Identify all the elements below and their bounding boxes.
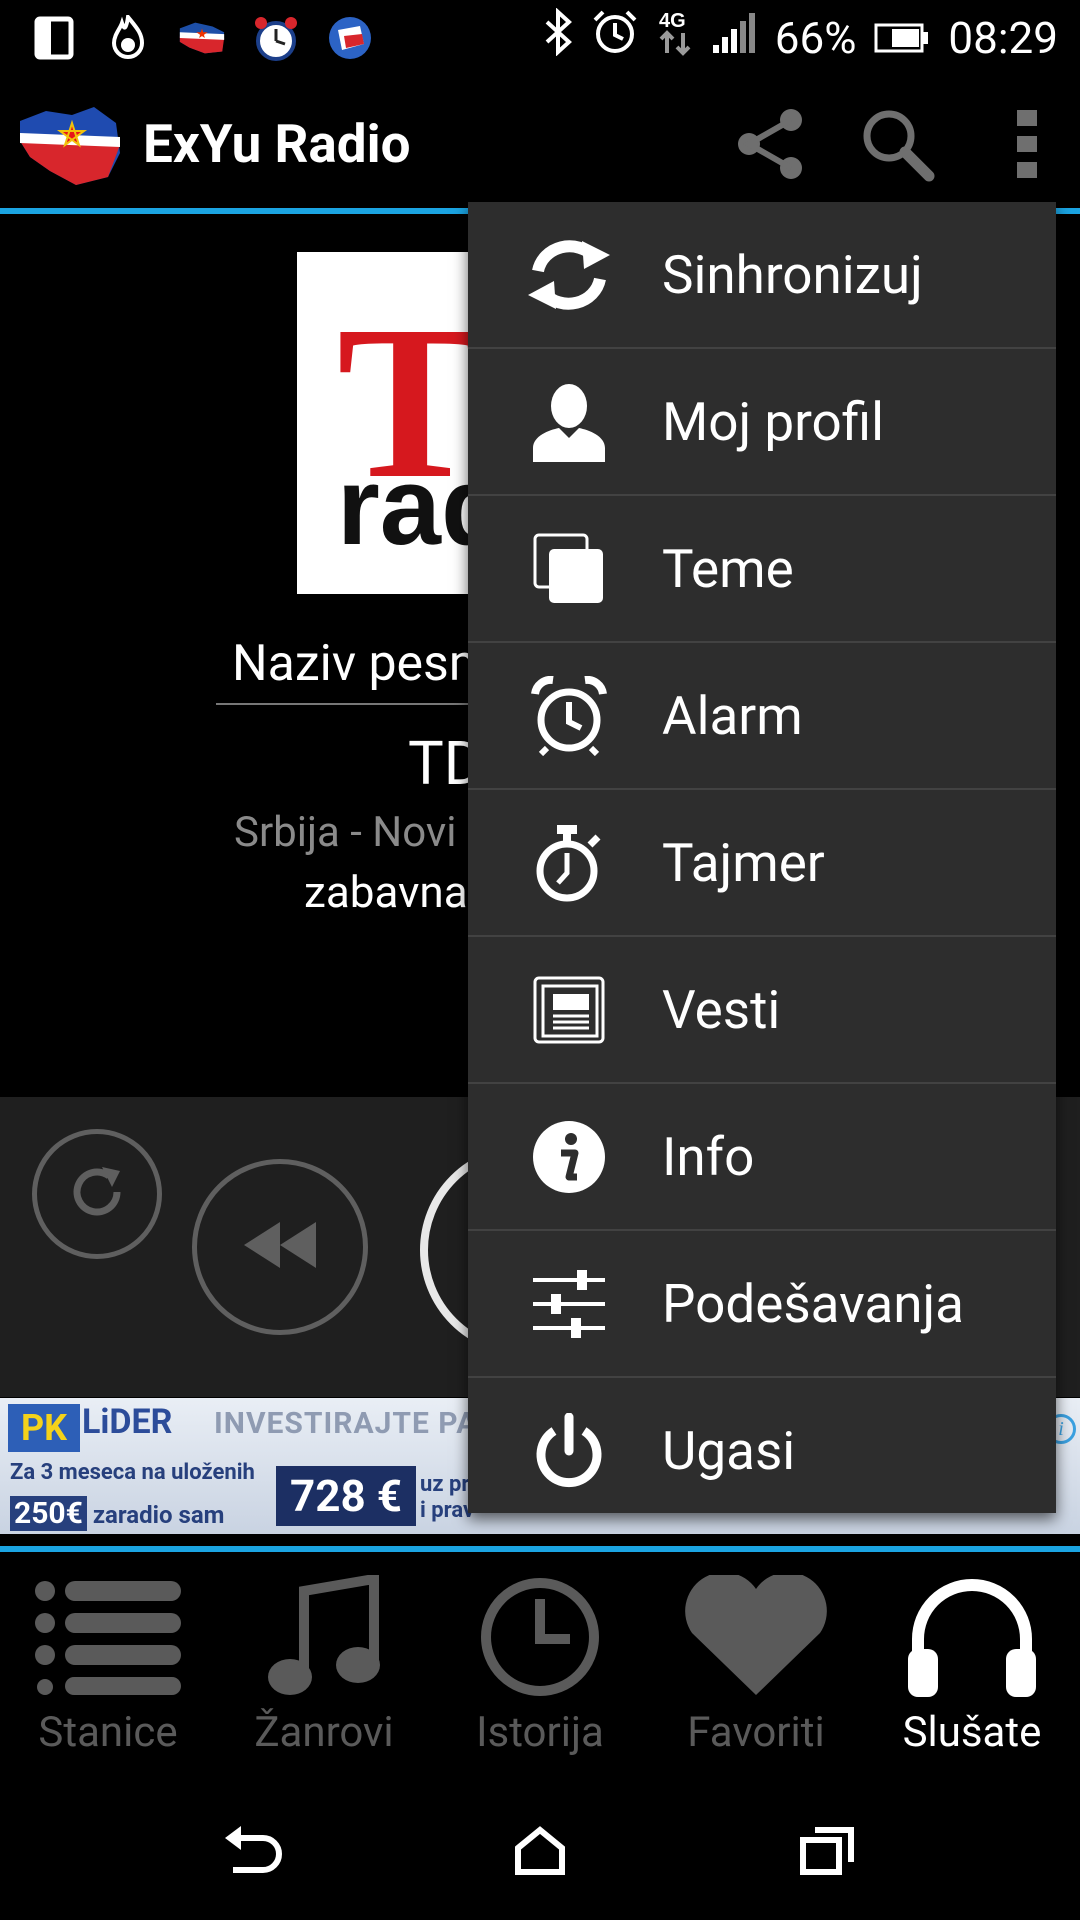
menu-item-moj-profil[interactable]: Moj profil [468,349,1056,494]
menu-item-vesti[interactable]: Vesti [468,937,1056,1082]
share-icon [731,104,811,188]
ad-tagline: INVESTIRAJTE PA [214,1406,478,1441]
notification-icons [28,10,376,65]
menu-item-teme[interactable]: Teme [468,496,1056,641]
home-icon [514,1826,566,1880]
tab-favoriti[interactable]: Favoriti [648,1554,864,1780]
repeat-button[interactable] [32,1129,162,1259]
menu-item-podesavanja[interactable]: Podešavanja [468,1231,1056,1376]
back-button[interactable] [208,1808,298,1898]
menu-item-alarm[interactable]: Alarm [468,643,1056,788]
4g-icon: 4G [657,7,693,68]
recents-button[interactable] [782,1808,872,1898]
signal-icon [711,12,757,64]
music-note-icon [244,1572,404,1702]
battery-icon [874,12,930,64]
ad-line2-prefix: 250€ [10,1496,87,1531]
heart-icon [676,1572,836,1702]
ad-note2: i prav [420,1498,475,1523]
menu-item-sinhronizuj[interactable]: Sinhronizuj [468,202,1056,347]
alarm-icon [591,8,639,67]
tab-label: Stanice [38,1708,178,1757]
recents-icon [799,1826,855,1880]
menu-item-label: Info [662,1125,755,1188]
clock-time: 08:29 [948,11,1058,64]
sliders-icon [526,1261,612,1347]
menu-item-label: Sinhronizuj [662,243,923,306]
list-icon [28,1572,188,1702]
ad-logo: PK [8,1404,80,1452]
menu-item-info[interactable]: Info [468,1084,1056,1229]
repeat-icon [62,1157,132,1231]
power-icon [526,1408,612,1494]
back-icon [223,1826,283,1880]
app-bar: ExYu Radio [0,75,1080,210]
globe-flag-icon [324,12,376,64]
app-logo [16,101,124,191]
overflow-icon [1012,104,1042,188]
overflow-menu-button[interactable] [982,101,1072,191]
flag-icon [176,12,228,64]
tab-label: Favoriti [687,1708,825,1757]
tab-slusate[interactable]: Slušate [864,1554,1080,1780]
alarm-clock-app-icon [250,12,302,64]
navigation-bar [0,1780,1080,1920]
overflow-menu: Sinhronizuj Moj profil Teme Alarm Tajmer… [468,202,1056,1513]
bluetooth-icon [543,7,573,67]
battery-percent: 66% [774,11,857,64]
rewind-icon [240,1220,320,1274]
svg-text:4G: 4G [659,10,686,32]
ad-amount: 728 € [276,1466,416,1526]
menu-item-ugasi[interactable]: Ugasi [468,1378,1056,1523]
home-button[interactable] [495,1808,585,1898]
sync-icon [526,232,612,318]
stopwatch-icon [526,820,612,906]
app-title: ExYu Radio [143,113,411,175]
status-bar: 4G 66% 08:29 [0,0,1080,75]
clock-icon [460,1572,620,1702]
tab-stanice[interactable]: Stanice [0,1554,216,1780]
ad-brand: LiDER [82,1402,173,1442]
menu-item-tajmer[interactable]: Tajmer [468,790,1056,935]
ad-line2-suffix: zaradio sam [92,1501,225,1529]
bottom-tabs: Stanice Žanrovi Istorija Favoriti Slušat… [0,1554,1080,1780]
menu-item-label: Ugasi [662,1419,796,1482]
headphones-icon [892,1572,1052,1702]
alarm-icon [526,673,612,759]
system-status: 4G 66% 08:29 [543,7,1058,68]
rewind-button[interactable] [192,1159,368,1335]
tab-zanrovi[interactable]: Žanrovi [216,1554,432,1780]
station-genre: zabavna [304,866,468,918]
ad-note1: uz pr [420,1472,470,1497]
menu-item-label: Teme [662,537,794,600]
search-icon [857,104,937,188]
tabs-divider [0,1546,1080,1552]
tab-label: Slušate [902,1708,1042,1757]
tab-label: Žanrovi [254,1708,394,1757]
search-button[interactable] [852,101,942,191]
ad-line1: Za 3 meseca na uloženih [10,1460,255,1485]
screen-icon [28,12,80,64]
ad-line2: 250€ zaradio sam [10,1496,224,1531]
menu-item-label: Alarm [662,684,803,747]
fire-icon [102,12,154,64]
tab-istorija[interactable]: Istorija [432,1554,648,1780]
themes-icon [526,526,612,612]
tab-label: Istorija [476,1708,604,1757]
menu-item-label: Moj profil [662,390,885,453]
menu-item-label: Podešavanja [662,1272,965,1335]
profile-icon [526,379,612,465]
news-icon [526,967,612,1053]
station-location: Srbija - Novi [234,808,457,857]
menu-item-label: Vesti [662,978,781,1041]
info-icon [526,1114,612,1200]
share-button[interactable] [726,101,816,191]
menu-item-label: Tajmer [662,831,825,894]
